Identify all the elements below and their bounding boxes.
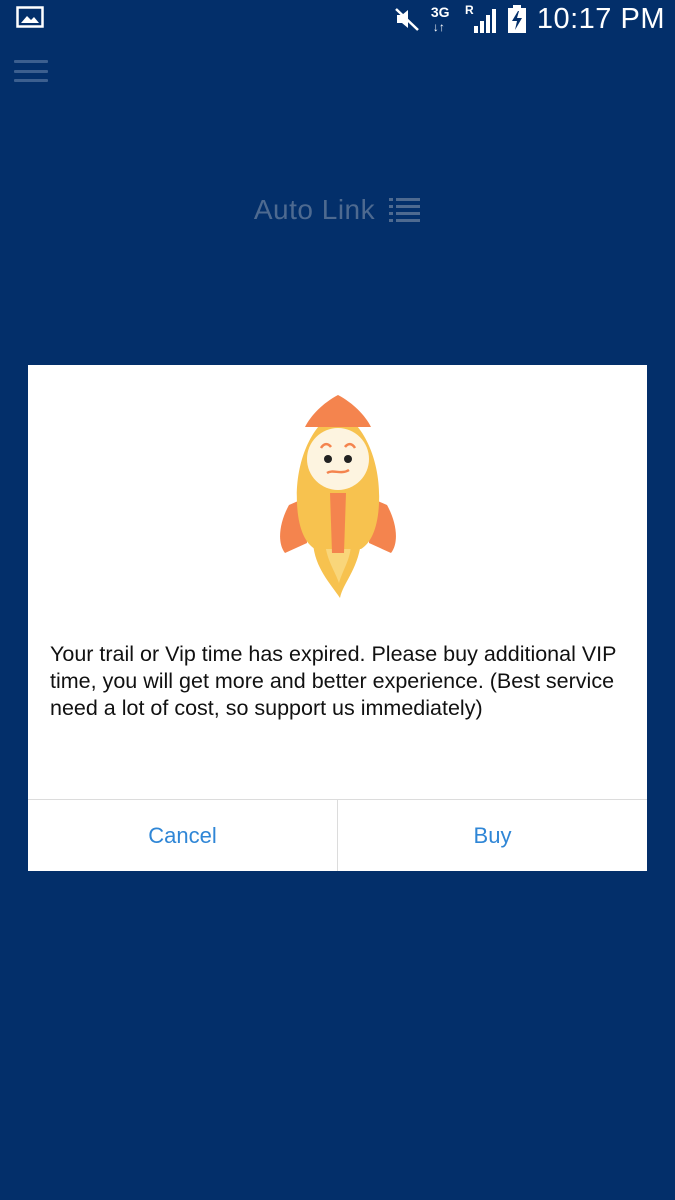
gallery-icon [16, 6, 44, 28]
signal-icon: R [465, 4, 496, 33]
svg-text:R: R [465, 4, 474, 17]
hamburger-menu-icon[interactable] [14, 58, 48, 84]
list-icon[interactable] [389, 196, 421, 224]
dialog-actions: Cancel Buy [28, 799, 647, 871]
status-bar: 3G ↓↑ R 10:17 PM [0, 0, 675, 38]
vip-expired-dialog: Your trail or Vip time has expired. Plea… [28, 365, 647, 871]
rocket-icon [280, 395, 396, 598]
app-title-text: Auto Link [253, 194, 376, 225]
battery-charging-icon [507, 5, 526, 33]
app-title: Auto Link [0, 194, 675, 226]
dialog-message: Your trail or Vip time has expired. Plea… [50, 642, 617, 720]
network-3g-icon: 3G ↓↑ [430, 4, 450, 34]
cancel-button[interactable]: Cancel [28, 800, 337, 871]
mute-icon [394, 8, 419, 31]
status-time: 10:17 PM [536, 2, 665, 35]
buy-button[interactable]: Buy [337, 800, 647, 871]
